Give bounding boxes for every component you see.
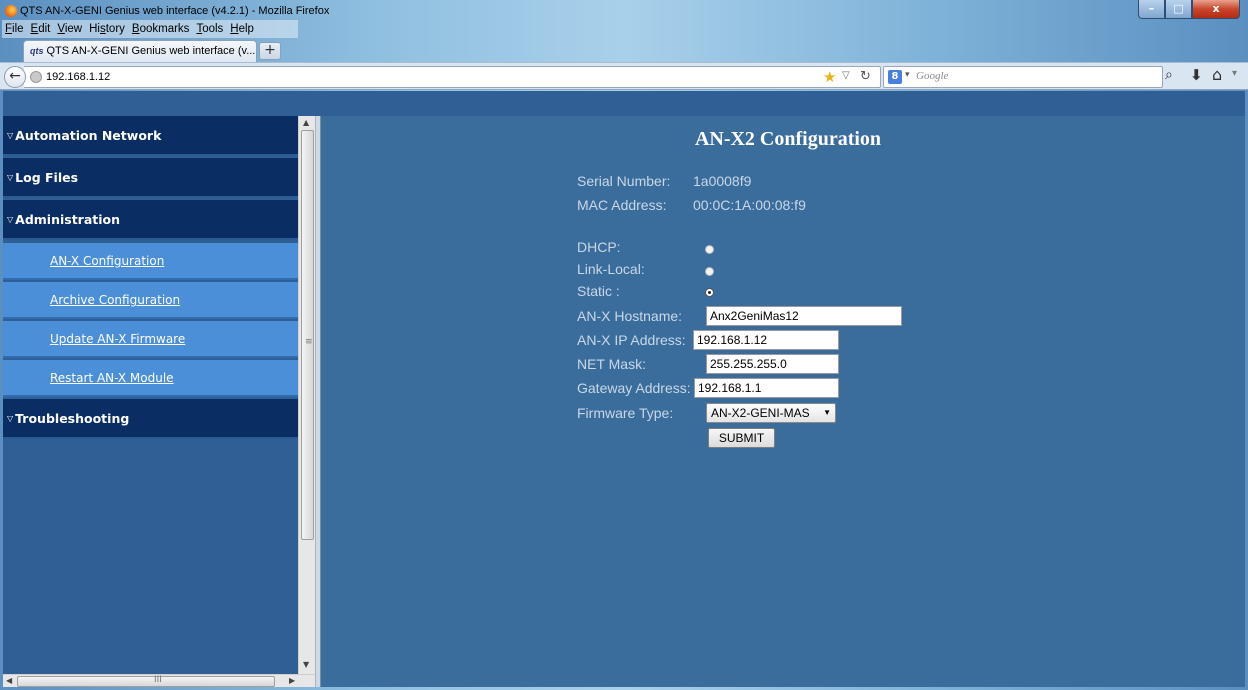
serial-number-label: Serial Number: (577, 173, 671, 189)
hostname-label: AN-X Hostname: (577, 308, 683, 324)
expand-triangle-icon: ▽ (7, 131, 14, 140)
close-button[interactable]: x (1192, 0, 1240, 19)
sidebar-item-archive-configuration[interactable]: Archive Configuration (3, 282, 298, 319)
scroll-left-icon[interactable]: ◀ (6, 676, 12, 685)
tab-strip: qts QTS AN-X-GENI Genius web interface (v… (0, 38, 1248, 62)
serial-number-value: 1a0008f9 (693, 173, 752, 189)
tab-label: QTS AN-X-GENI Genius web interface (v... (46, 45, 256, 57)
sidebar-heading-log-files[interactable]: ▽ Log Files (3, 158, 298, 198)
net-mask-label: NET Mask: (577, 356, 646, 372)
home-icon[interactable]: ⌂ (1212, 65, 1222, 84)
main-frame: AN-X2 Configuration Serial Number: 1a000… (321, 116, 1245, 687)
globe-icon (30, 71, 42, 83)
sidebar-item-update-firmware[interactable]: Update AN-X Firmware (3, 321, 298, 358)
static-radio[interactable] (705, 288, 714, 297)
url-text: 192.168.1.12 (46, 71, 111, 83)
firefox-icon (5, 5, 17, 17)
qts-favicon-icon: qts (30, 46, 44, 56)
expand-triangle-icon: ▽ (7, 414, 14, 423)
sidebar-heading-automation-network[interactable]: ▽ Automation Network (3, 116, 298, 156)
bookmark-star-icon[interactable]: ★ (823, 68, 836, 86)
grip-icon: III (154, 675, 162, 685)
scroll-right-icon[interactable]: ▶ (289, 676, 295, 685)
firmware-type-value: AN-X2-GENI-MAS (711, 406, 810, 420)
ip-address-label: AN-X IP Address: (577, 332, 686, 348)
magnifier-icon[interactable]: ⌕ (1165, 67, 1173, 83)
submit-button[interactable]: SUBMIT (708, 428, 775, 448)
menu-history[interactable]: History (89, 23, 125, 35)
browser-window: QTS AN-X-GENI Genius web interface (v4.2… (0, 0, 1248, 690)
menu-bar: File Edit View History Bookmarks Tools H… (2, 20, 298, 38)
chevron-down-icon: ▼ (823, 408, 831, 417)
firmware-type-label: Firmware Type: (577, 405, 674, 421)
download-icon[interactable]: ⬇ (1190, 66, 1203, 84)
ip-address-input[interactable]: 192.168.1.12 (693, 330, 839, 350)
menu-file[interactable]: File (5, 23, 24, 35)
url-dropdown-icon[interactable]: ▽ (842, 70, 850, 81)
window-title: QTS AN-X-GENI Genius web interface (v4.2… (20, 5, 330, 17)
minimize-button[interactable]: – (1138, 0, 1165, 19)
gateway-input[interactable]: 192.168.1.1 (694, 378, 839, 398)
menu-tools[interactable]: Tools (196, 23, 223, 35)
sidebar-heading-administration[interactable]: ▽ Administration (3, 200, 298, 240)
sidebar-frame: ▽ Automation Network ▽ Log Files ▽ Administ… (3, 116, 298, 687)
search-engine-icon[interactable]: 8 (888, 70, 902, 84)
reload-icon[interactable]: ↻ (860, 69, 871, 84)
url-bar[interactable]: 192.168.1.12 ★ ▽ ↻ (24, 66, 881, 88)
menu-help[interactable]: Help (230, 23, 254, 35)
hostname-input[interactable]: Anx2GeniMas12 (706, 306, 902, 326)
navigation-toolbar: 192.168.1.12 ★ ▽ ↻ ← 8 ▾ Google ⌕ ⬇ ⌂ ▾ (0, 62, 1248, 90)
menu-view[interactable]: View (57, 23, 82, 35)
scrollbar-thumb[interactable]: ≡ (301, 130, 314, 540)
page-content: ▽ Automation Network ▽ Log Files ▽ Administ… (3, 91, 1245, 687)
sidebar-heading-troubleshooting[interactable]: ▽ Troubleshooting (3, 399, 298, 439)
scroll-down-icon[interactable]: ▼ (303, 660, 309, 669)
expand-triangle-icon: ▽ (7, 215, 14, 224)
maximize-button[interactable]: □ (1165, 0, 1192, 19)
link-local-radio[interactable] (705, 267, 714, 276)
sidebar-item-anx-configuration[interactable]: AN-X Configuration (3, 243, 298, 280)
back-button[interactable]: ← (4, 66, 26, 88)
static-label: Static : (577, 283, 620, 299)
link-local-label: Link-Local: (577, 261, 645, 277)
menu-bookmarks[interactable]: Bookmarks (132, 23, 190, 35)
page-title: AN-X2 Configuration (694, 128, 882, 150)
net-mask-input[interactable]: 255.255.255.0 (706, 354, 839, 374)
mac-address-value: 00:0C:1A:00:08:f9 (693, 197, 806, 213)
dhcp-label: DHCP: (577, 239, 621, 255)
horizontal-scrollbar-thumb[interactable]: III (17, 675, 275, 687)
window-controls: – □ x (1138, 0, 1242, 20)
scroll-up-icon[interactable]: ▲ (303, 118, 309, 127)
back-arrow-icon: ← (9, 68, 21, 84)
dhcp-radio[interactable] (705, 245, 714, 254)
grip-icon: ≡ (305, 337, 313, 347)
menu-edit[interactable]: Edit (31, 23, 51, 35)
search-placeholder: Google (916, 70, 949, 82)
gateway-label: Gateway Address: (577, 380, 691, 396)
new-tab-button[interactable]: + (259, 42, 281, 60)
firmware-type-select[interactable]: AN-X2-GENI-MAS ▼ (706, 403, 836, 423)
sidebar-horizontal-scrollbar[interactable]: ◀ III ▶ (3, 674, 315, 687)
expand-triangle-icon: ▽ (7, 173, 14, 182)
tab-active[interactable]: qts QTS AN-X-GENI Genius web interface (v… (23, 40, 257, 62)
mac-address-label: MAC Address: (577, 197, 667, 213)
sidebar-vertical-scrollbar[interactable]: ▲ ≡ ▼ (298, 116, 315, 674)
search-bar[interactable]: 8 ▾ Google (883, 66, 1163, 88)
sidebar-item-restart-module[interactable]: Restart AN-X Module (3, 360, 298, 397)
search-engine-dropdown-icon[interactable]: ▾ (905, 70, 910, 80)
addon-menu-icon[interactable]: ▾ (1232, 68, 1237, 79)
